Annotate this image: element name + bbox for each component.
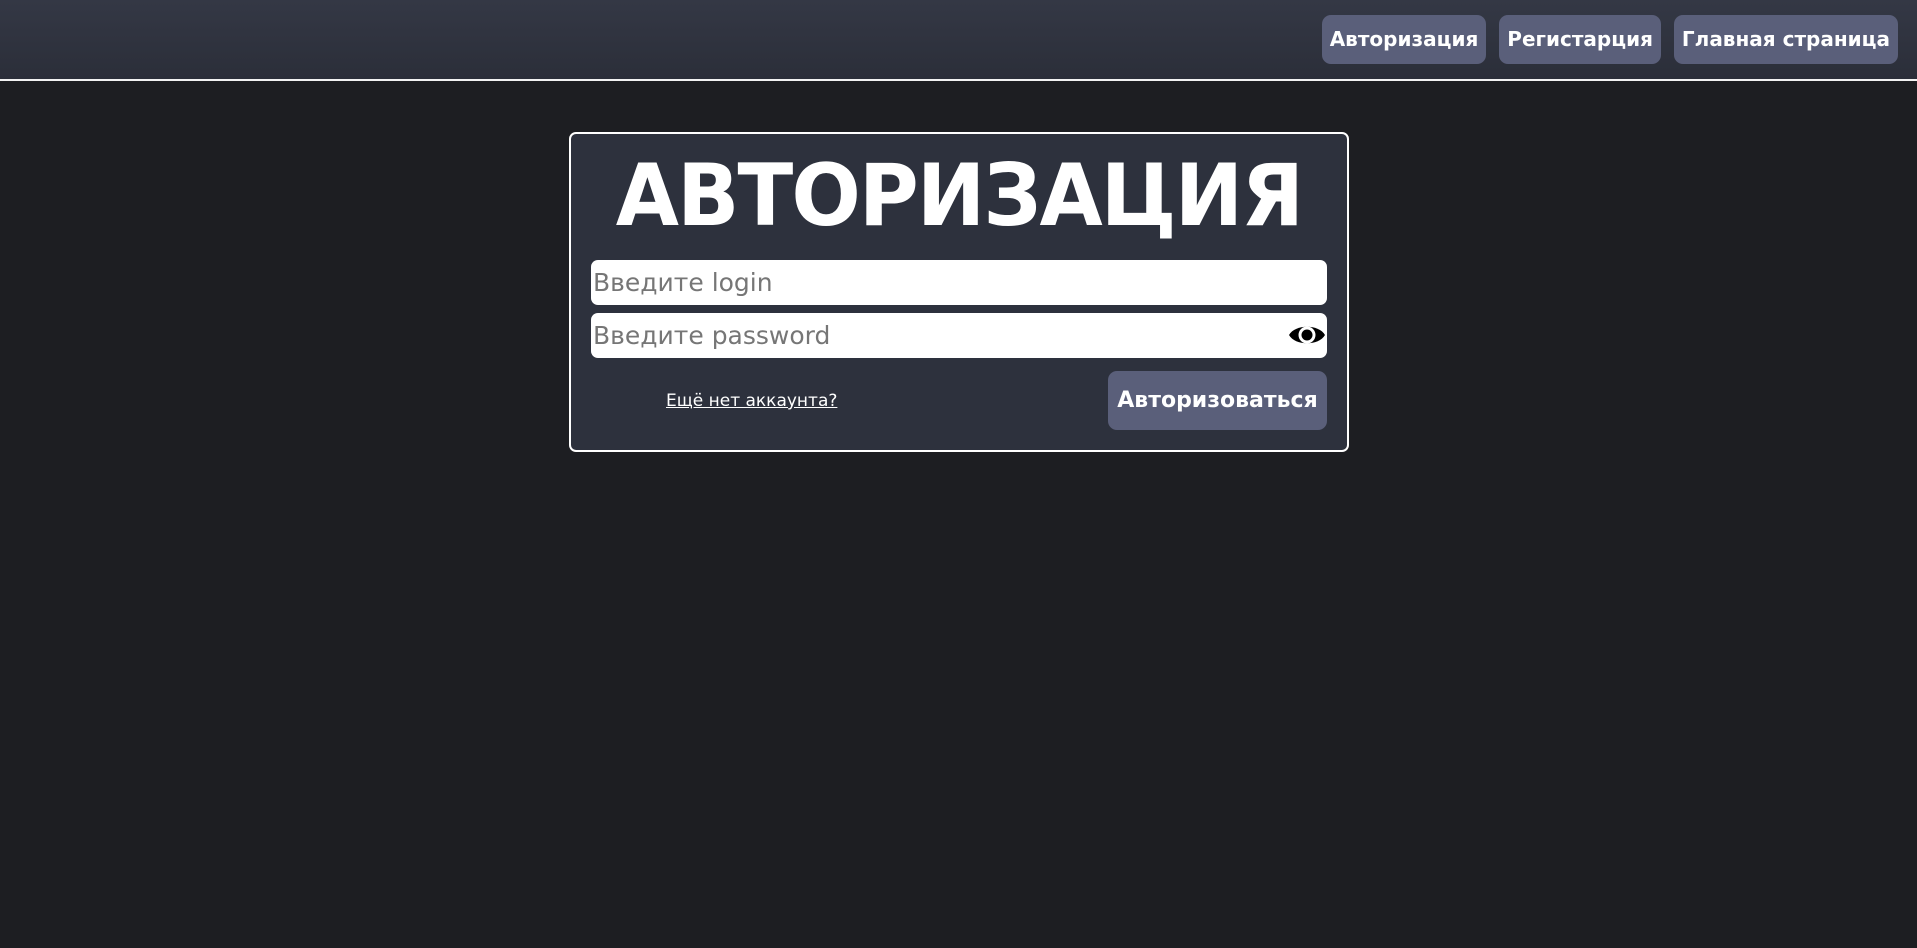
top-nav: Авторизация Регистарция Главная страница [1321,15,1898,64]
password-field-container [591,313,1327,358]
nav-login-button[interactable]: Авторизация [1321,15,1487,64]
password-input[interactable] [591,313,1327,358]
login-field-container [591,260,1327,305]
auth-title: АВТОРИЗАЦИЯ [615,146,1304,246]
register-link[interactable]: Ещё нет аккаунта? [666,391,837,411]
nav-register-button[interactable]: Регистарция [1499,15,1661,64]
top-bar: Авторизация Регистарция Главная страница [0,0,1917,81]
auth-card: АВТОРИЗАЦИЯ Ещё нет аккаунта? Авторизова… [569,132,1349,452]
eye-icon[interactable] [1288,319,1326,351]
submit-login-button[interactable]: Авторизоваться [1108,371,1327,430]
nav-home-button[interactable]: Главная страница [1673,15,1898,64]
login-input[interactable] [591,260,1327,305]
